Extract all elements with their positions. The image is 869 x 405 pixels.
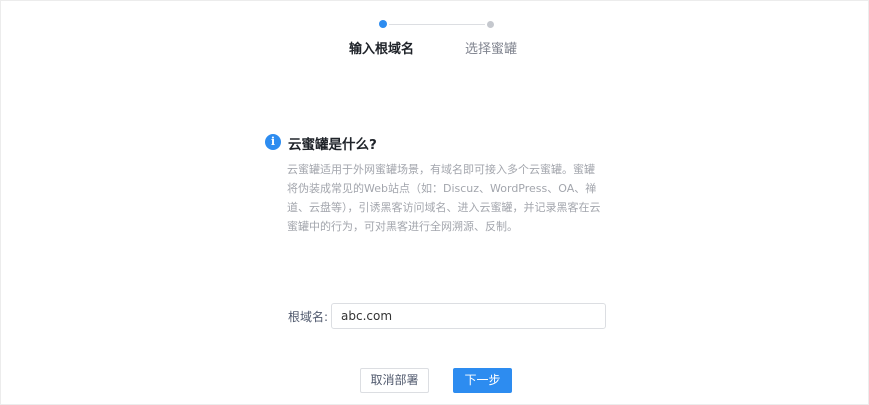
root-domain-input[interactable] bbox=[331, 303, 606, 329]
step-1-dot bbox=[379, 20, 387, 28]
info-title: 云蜜罐是什么? bbox=[288, 137, 377, 153]
step-connector bbox=[389, 24, 485, 25]
stepper: 输入根域名 选择蜜罐 bbox=[340, 14, 540, 64]
step-2-label: 选择蜜罐 bbox=[465, 42, 518, 57]
step-1-label: 输入根域名 bbox=[349, 42, 415, 57]
next-step-button[interactable]: 下一步 bbox=[453, 368, 512, 393]
root-domain-label: 根域名: bbox=[288, 310, 329, 324]
cancel-deploy-button[interactable]: 取消部署 bbox=[360, 368, 429, 393]
info-icon: i bbox=[265, 134, 281, 150]
info-description: 云蜜罐适用于外网蜜罐场景，有域名即可接入多个云蜜罐。蜜罐将伪装成常见的Web站点… bbox=[287, 163, 601, 233]
step-2-dot bbox=[487, 21, 494, 28]
